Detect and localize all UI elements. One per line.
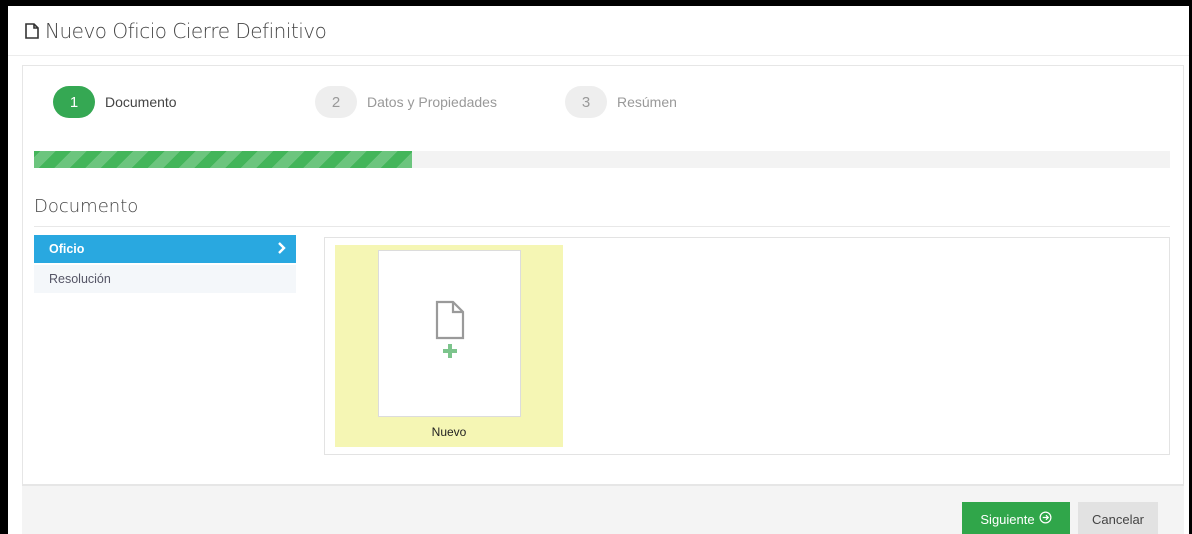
document-grid: Nuevo bbox=[324, 237, 1170, 455]
step-documento[interactable]: 1 Documento bbox=[53, 86, 177, 118]
new-document-label: Nuevo bbox=[431, 425, 467, 439]
cancel-button[interactable]: Cancelar bbox=[1078, 502, 1158, 534]
document-icon bbox=[23, 22, 41, 40]
wizard-progress-fill bbox=[34, 151, 413, 168]
chevron-right-icon bbox=[277, 241, 286, 257]
arrow-circle-right-icon bbox=[1039, 511, 1052, 527]
doc-type-label: Resolución bbox=[49, 272, 111, 286]
section-title: Documento bbox=[34, 196, 139, 217]
document-type-list: Oficio Resolución bbox=[34, 235, 296, 293]
doc-type-oficio[interactable]: Oficio bbox=[34, 235, 296, 263]
window-title: Nuevo Oficio Cierre Definitivo bbox=[45, 18, 327, 43]
wizard-body: 1 Documento 2 Datos y Propiedades 3 Resú… bbox=[22, 65, 1184, 485]
window-titlebar: Nuevo Oficio Cierre Definitivo bbox=[8, 6, 1189, 56]
step-label: Documento bbox=[105, 94, 177, 110]
new-document-card[interactable] bbox=[378, 250, 521, 417]
step-label: Datos y Propiedades bbox=[367, 94, 497, 110]
new-document-tile[interactable]: Nuevo bbox=[335, 245, 563, 447]
step-datos-propiedades[interactable]: 2 Datos y Propiedades bbox=[315, 86, 497, 118]
step-label: Resúmen bbox=[617, 94, 677, 110]
step-resumen[interactable]: 3 Resúmen bbox=[565, 86, 677, 118]
wizard-steps: 1 Documento 2 Datos y Propiedades 3 Resú… bbox=[53, 86, 853, 122]
next-button-label: Siguiente bbox=[980, 511, 1035, 527]
wizard-footer: Siguiente Cancelar bbox=[22, 485, 1184, 534]
next-button[interactable]: Siguiente bbox=[962, 502, 1070, 534]
new-document-icon bbox=[428, 298, 472, 369]
wizard-progress-bar bbox=[34, 151, 1170, 168]
wizard-window: Nuevo Oficio Cierre Definitivo 1 Documen… bbox=[8, 6, 1189, 534]
step-number: 3 bbox=[565, 86, 607, 118]
step-number: 1 bbox=[53, 86, 95, 118]
section-divider bbox=[34, 226, 1170, 227]
step-number: 2 bbox=[315, 86, 357, 118]
doc-type-resolucion[interactable]: Resolución bbox=[34, 265, 296, 293]
doc-type-label: Oficio bbox=[49, 242, 85, 256]
